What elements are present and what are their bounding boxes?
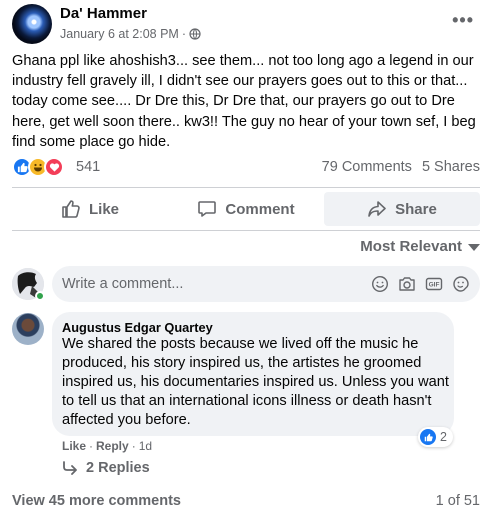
post-action-bar: Like Comment Share <box>12 192 480 226</box>
sort-label: Most Relevant <box>360 238 462 255</box>
camera-icon[interactable] <box>398 275 416 293</box>
post-author[interactable]: Da' Hammer <box>60 5 147 22</box>
love-icon <box>44 157 64 177</box>
thumbs-up-icon <box>62 200 80 218</box>
shares-count[interactable]: 5 Shares <box>422 159 480 175</box>
more-options-icon[interactable]: ••• <box>452 10 474 31</box>
reactions-summary: 541 79 Comments 5 Shares <box>12 156 480 178</box>
comments-count[interactable]: 79 Comments <box>322 159 412 175</box>
share-label: Share <box>395 200 437 218</box>
share-icon <box>368 201 386 217</box>
comment-input[interactable]: Write a comment... <box>62 276 183 292</box>
engagement-counts: 79 Comments 5 Shares <box>322 159 480 175</box>
comment-bubble: Augustus Edgar Quartey We shared the pos… <box>52 312 454 436</box>
like-icon <box>420 429 436 445</box>
share-button[interactable]: Share <box>324 192 480 226</box>
comment-reactions[interactable]: 2 <box>418 427 453 447</box>
post-date[interactable]: January 6 at 2:08 PM <box>60 27 179 41</box>
reaction-icons[interactable] <box>12 157 64 177</box>
sticker-icon[interactable] <box>452 275 470 293</box>
post-meta: January 6 at 2:08 PM · <box>60 27 201 41</box>
comment-time[interactable]: 1d <box>139 439 152 453</box>
comment-dot: · <box>131 439 136 453</box>
composer-tools: GIF <box>371 275 470 293</box>
replies-label: 2 Replies <box>86 460 150 476</box>
view-more-comments-link[interactable]: View 45 more comments <box>12 493 181 509</box>
reply-arrow-icon <box>63 461 77 475</box>
comment-actions: Like · Reply · 1d <box>62 439 152 453</box>
comment-text: We shared the posts because we lived off… <box>62 336 449 428</box>
comment-icon <box>198 201 217 217</box>
meta-separator: · <box>181 27 186 41</box>
online-status-dot <box>35 291 45 301</box>
comment-composer[interactable]: Write a comment... GIF <box>52 266 480 302</box>
divider <box>12 230 480 231</box>
view-replies-link[interactable]: 2 Replies <box>62 460 150 476</box>
globe-icon <box>189 28 201 40</box>
caret-down-icon <box>468 244 480 251</box>
like-button[interactable]: Like <box>12 192 168 226</box>
comment-like-link[interactable]: Like <box>62 439 86 453</box>
comment-sort-dropdown[interactable]: Most Relevant <box>360 238 480 255</box>
comment-dot: · <box>89 439 94 453</box>
gif-icon[interactable]: GIF <box>425 275 443 293</box>
comment-label: Comment <box>225 200 295 218</box>
post-header: Da' Hammer January 6 at 2:08 PM · ••• <box>12 4 480 44</box>
emoji-icon[interactable] <box>371 275 389 293</box>
comment-author[interactable]: Augustus Edgar Quartey <box>62 320 213 335</box>
divider <box>12 187 480 188</box>
svg-text:GIF: GIF <box>429 282 440 289</box>
comment-button[interactable]: Comment <box>168 192 324 226</box>
commenter-avatar[interactable] <box>12 313 44 345</box>
comment-pager: 1 of 51 <box>435 493 480 509</box>
comment-reply-link[interactable]: Reply <box>96 439 129 453</box>
post-text: Ghana ppl like ahoshish3... see them... … <box>12 53 476 150</box>
comment-reaction-count: 2 <box>440 430 447 444</box>
reaction-count[interactable]: 541 <box>76 159 100 175</box>
like-label: Like <box>88 200 119 218</box>
author-avatar[interactable] <box>12 4 52 44</box>
